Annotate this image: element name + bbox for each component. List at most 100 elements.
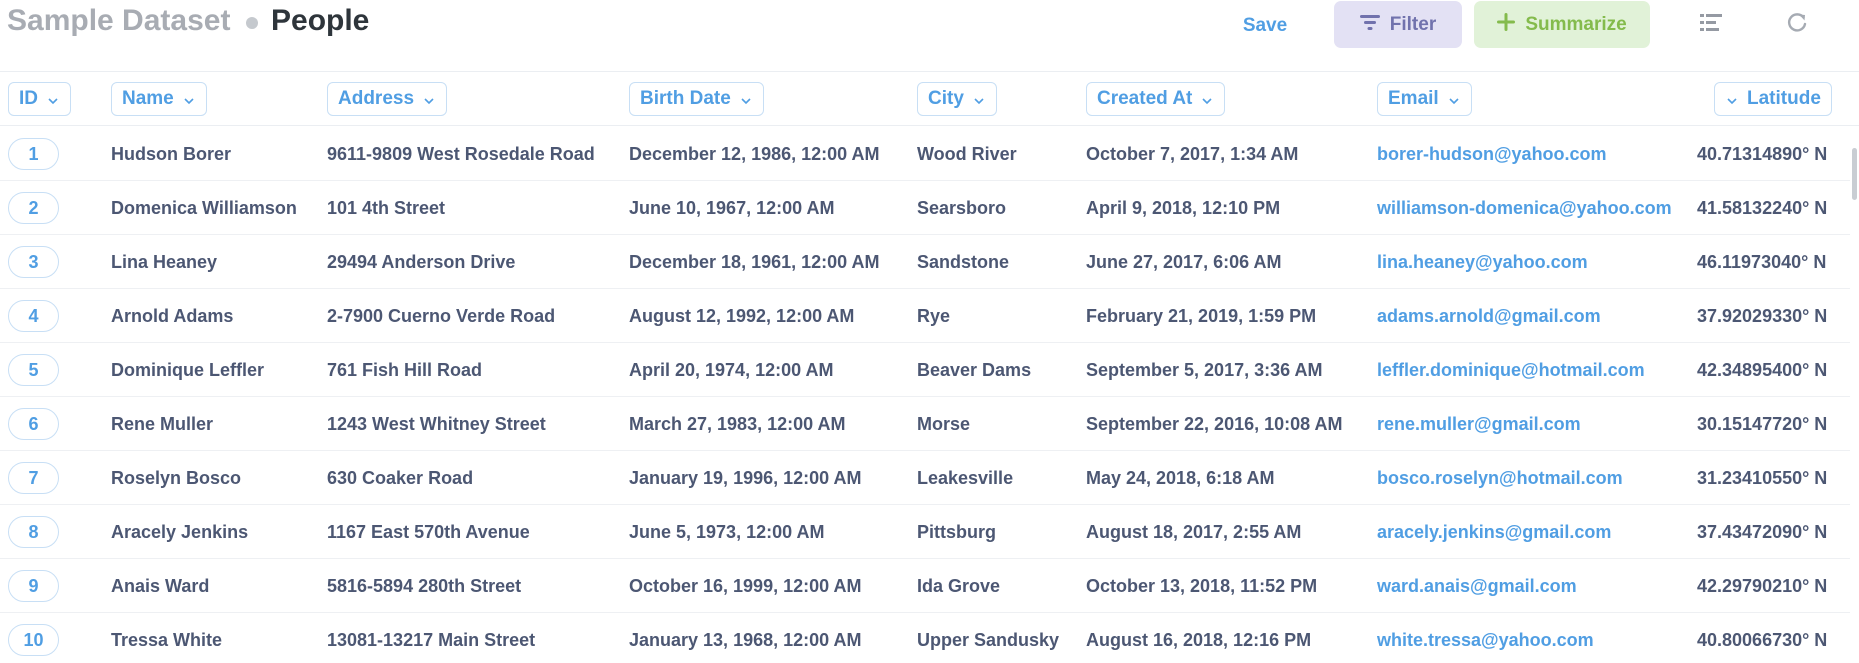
row-id-badge[interactable]: 4 — [8, 300, 59, 332]
table-row: 7 Roselyn Bosco 630 Coaker Road January … — [0, 451, 1859, 505]
cell-city: Leakesville — [917, 467, 1014, 488]
cell-birth-date: March 27, 1983, 12:00 AM — [629, 413, 846, 434]
column-header-latitude[interactable]: Latitude — [1714, 82, 1832, 116]
table-row: 8 Aracely Jenkins 1167 East 570th Avenue… — [0, 505, 1859, 559]
chevron-down-icon — [46, 92, 60, 106]
column-header-label: Latitude — [1747, 88, 1821, 109]
cell-birth-date: January 13, 1968, 12:00 AM — [629, 629, 862, 650]
cell-email-link[interactable]: borer-hudson@yahoo.com — [1377, 127, 1607, 181]
chevron-down-icon — [422, 92, 436, 106]
cell-address: 9611-9809 West Rosedale Road — [327, 143, 595, 164]
cell-city: Sandstone — [917, 251, 1010, 272]
cell-birth-date: June 10, 1967, 12:00 AM — [629, 197, 835, 218]
cell-birth-date: December 18, 1961, 12:00 AM — [629, 251, 880, 272]
cell-name: Lina Heaney — [111, 251, 218, 272]
column-header-address[interactable]: Address — [327, 82, 448, 116]
cell-email-link[interactable]: aracely.jenkins@gmail.com — [1377, 505, 1611, 559]
scrollbar-thumb[interactable] — [1852, 148, 1857, 200]
row-id-badge[interactable]: 9 — [8, 570, 59, 602]
row-id-badge[interactable]: 8 — [8, 516, 59, 548]
column-header-created-at[interactable]: Created At — [1086, 82, 1226, 116]
cell-name: Rene Muller — [111, 413, 214, 434]
cell-birth-date: June 5, 1973, 12:00 AM — [629, 521, 825, 542]
vertical-scrollbar[interactable] — [1850, 127, 1859, 663]
column-header-label: ID — [19, 88, 38, 109]
cell-birth-date: April 20, 1974, 12:00 AM — [629, 359, 834, 380]
cell-email-link[interactable]: bosco.roselyn@hotmail.com — [1377, 451, 1623, 505]
cell-city: Searsboro — [917, 197, 1007, 218]
page-title: People — [271, 4, 370, 37]
chevron-down-icon — [739, 92, 753, 106]
chevron-down-icon — [1725, 92, 1739, 106]
cell-name: Roselyn Bosco — [111, 467, 242, 488]
cell-created-at: February 21, 2019, 1:59 PM — [1086, 305, 1317, 326]
cell-name: Aracely Jenkins — [111, 521, 249, 542]
refresh-button[interactable] — [1780, 8, 1814, 42]
row-id-badge[interactable]: 7 — [8, 462, 59, 494]
cell-email-link[interactable]: rene.muller@gmail.com — [1377, 397, 1581, 451]
column-header-label: Created At — [1097, 88, 1193, 109]
cell-address: 630 Coaker Road — [327, 467, 474, 488]
cell-created-at: May 24, 2018, 6:18 AM — [1086, 467, 1275, 488]
cell-address: 2-7900 Cuerno Verde Road — [327, 305, 556, 326]
column-header-city[interactable]: City — [917, 82, 997, 116]
columns-button[interactable] — [1694, 8, 1728, 42]
refresh-icon — [1786, 12, 1808, 39]
cell-name: Anais Ward — [111, 575, 210, 596]
save-button[interactable]: Save — [1218, 6, 1312, 46]
cell-created-at: September 5, 2017, 3:36 AM — [1086, 359, 1323, 380]
row-id-badge[interactable]: 2 — [8, 192, 59, 224]
cell-birth-date: December 12, 1986, 12:00 AM — [629, 143, 880, 164]
cell-email-link[interactable]: leffler.dominique@hotmail.com — [1377, 343, 1645, 397]
table-row: 9 Anais Ward 5816-5894 280th Street Octo… — [0, 559, 1859, 613]
summarize-button[interactable]: Summarize — [1474, 1, 1650, 48]
row-id-badge[interactable]: 3 — [8, 246, 59, 278]
cell-city: Pittsburg — [917, 521, 996, 542]
table-row: 6 Rene Muller 1243 West Whitney Street M… — [0, 397, 1859, 451]
cell-created-at: October 7, 2017, 1:34 AM — [1086, 143, 1299, 164]
column-header-label: Name — [122, 88, 174, 109]
cell-email-link[interactable]: lina.heaney@yahoo.com — [1377, 235, 1588, 289]
cell-name: Domenica Williamson — [111, 197, 297, 218]
cell-address: 101 4th Street — [327, 197, 446, 218]
cell-latitude: 41.58132240° N — [1697, 197, 1828, 218]
column-header-name[interactable]: Name — [111, 82, 207, 116]
column-header-birth-date[interactable]: Birth Date — [629, 82, 764, 116]
cell-created-at: June 27, 2017, 6:06 AM — [1086, 251, 1282, 272]
cell-latitude: 31.23410550° N — [1697, 467, 1828, 488]
table-header-row: ID Name Address Birth Date City Created … — [0, 72, 1859, 126]
row-id-badge[interactable]: 1 — [8, 138, 59, 170]
cell-email-link[interactable]: williamson-domenica@yahoo.com — [1377, 181, 1672, 235]
column-header-label: Birth Date — [640, 88, 731, 109]
cell-latitude: 46.11973040° N — [1697, 251, 1827, 272]
cell-email-link[interactable]: white.tressa@yahoo.com — [1377, 613, 1594, 663]
collection-breadcrumb[interactable]: Sample Dataset — [7, 4, 230, 38]
cell-city: Wood River — [917, 143, 1017, 164]
plus-icon — [1497, 12, 1516, 37]
table-row: 3 Lina Heaney 29494 Anderson Drive Decem… — [0, 235, 1859, 289]
row-id-badge[interactable]: 5 — [8, 354, 59, 386]
cell-birth-date: August 12, 1992, 12:00 AM — [629, 305, 855, 326]
cell-city: Morse — [917, 413, 971, 434]
filter-button[interactable]: Filter — [1334, 1, 1462, 48]
column-header-email[interactable]: Email — [1377, 82, 1472, 116]
table-row: 1 Hudson Borer 9611-9809 West Rosedale R… — [0, 127, 1859, 181]
cell-created-at: August 16, 2018, 12:16 PM — [1086, 629, 1312, 650]
cell-latitude: 30.15147720° N — [1697, 413, 1828, 434]
cell-name: Tressa White — [111, 629, 223, 650]
cell-email-link[interactable]: adams.arnold@gmail.com — [1377, 289, 1601, 343]
cell-name: Hudson Borer — [111, 143, 232, 164]
breadcrumb-separator-dot — [246, 17, 258, 29]
cell-city: Beaver Dams — [917, 359, 1032, 380]
chevron-down-icon — [1200, 92, 1214, 106]
cell-birth-date: October 16, 1999, 12:00 AM — [629, 575, 862, 596]
cell-email-link[interactable]: ward.anais@gmail.com — [1377, 559, 1577, 613]
column-header-id[interactable]: ID — [8, 82, 71, 116]
row-id-badge[interactable]: 10 — [8, 624, 59, 656]
cell-name: Arnold Adams — [111, 305, 234, 326]
cell-address: 13081-13217 Main Street — [327, 629, 536, 650]
row-id-badge[interactable]: 6 — [8, 408, 59, 440]
table-row: 5 Dominique Leffler 761 Fish Hill Road A… — [0, 343, 1859, 397]
cell-city: Ida Grove — [917, 575, 1001, 596]
cell-address: 1243 West Whitney Street — [327, 413, 546, 434]
